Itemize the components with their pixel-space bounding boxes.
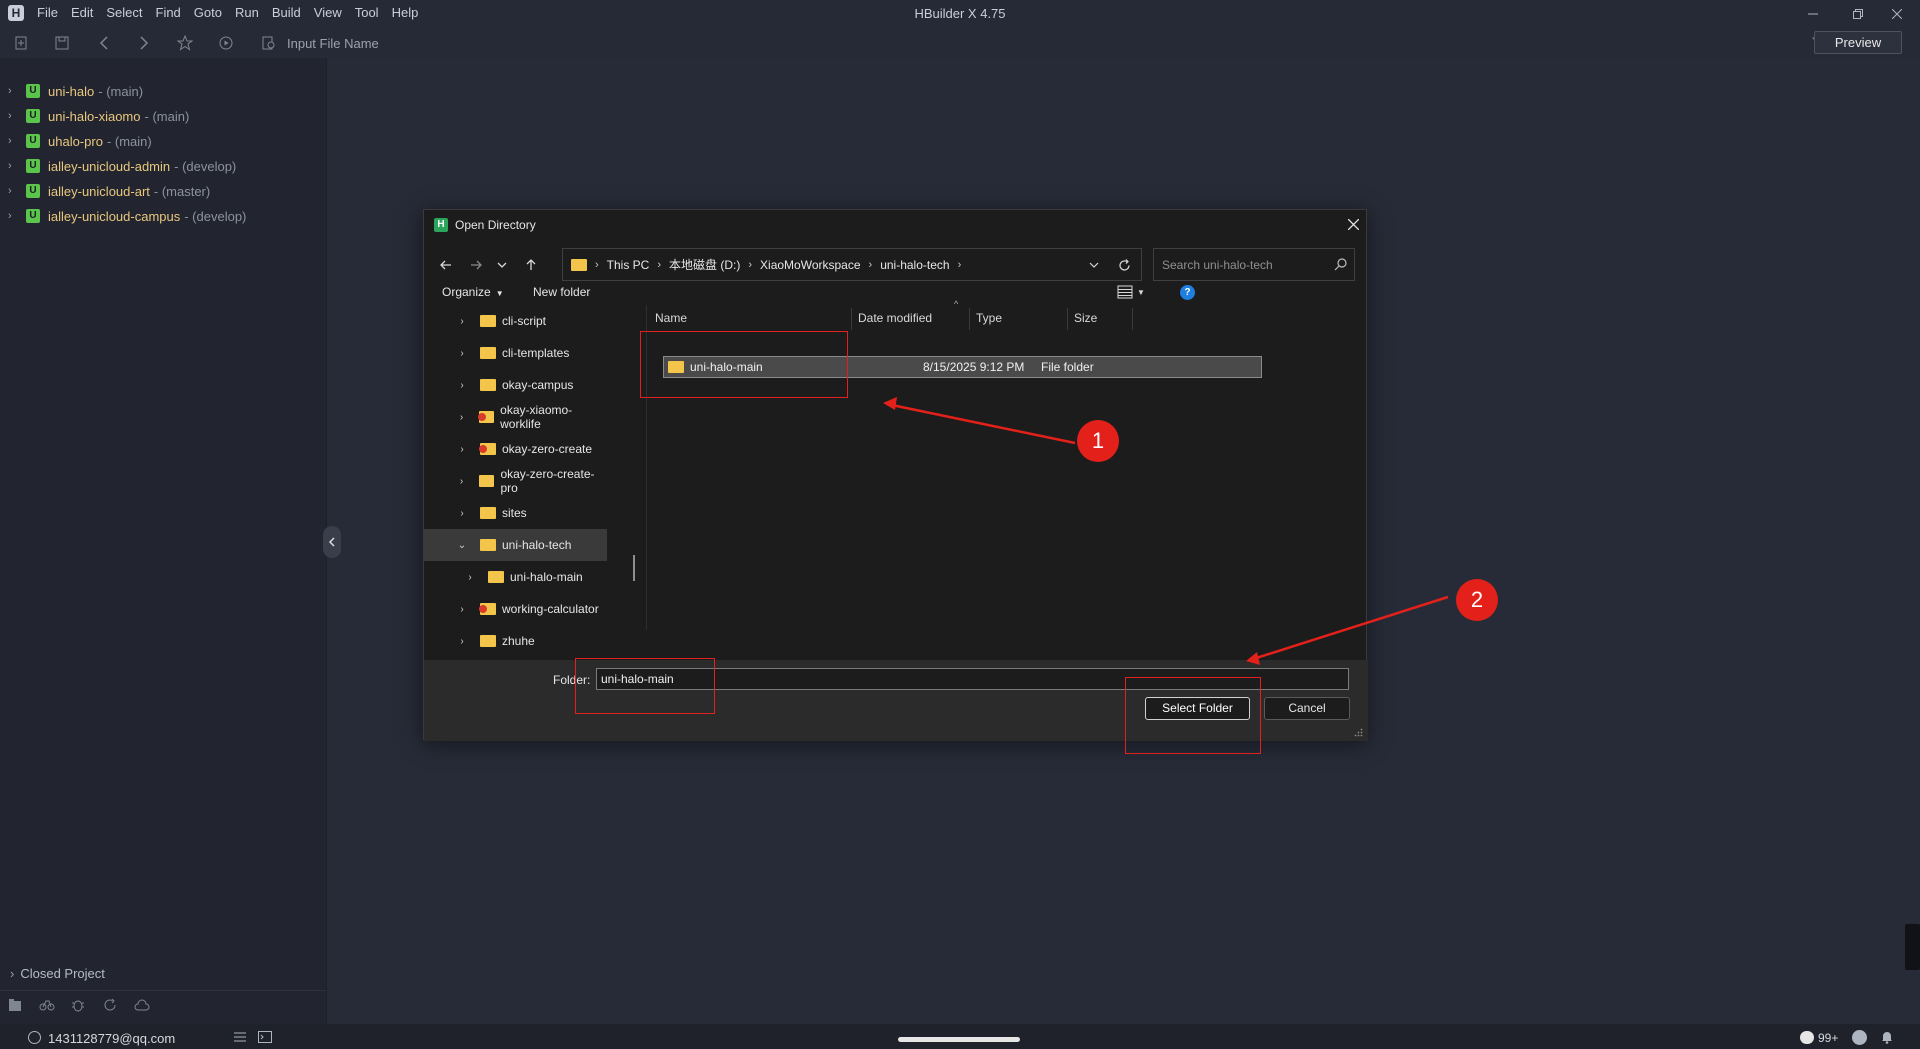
annotation-step-1: 1: [1077, 420, 1119, 462]
annotation-arrows: [883, 397, 1449, 665]
annotation-step-2: 2: [1456, 579, 1498, 621]
